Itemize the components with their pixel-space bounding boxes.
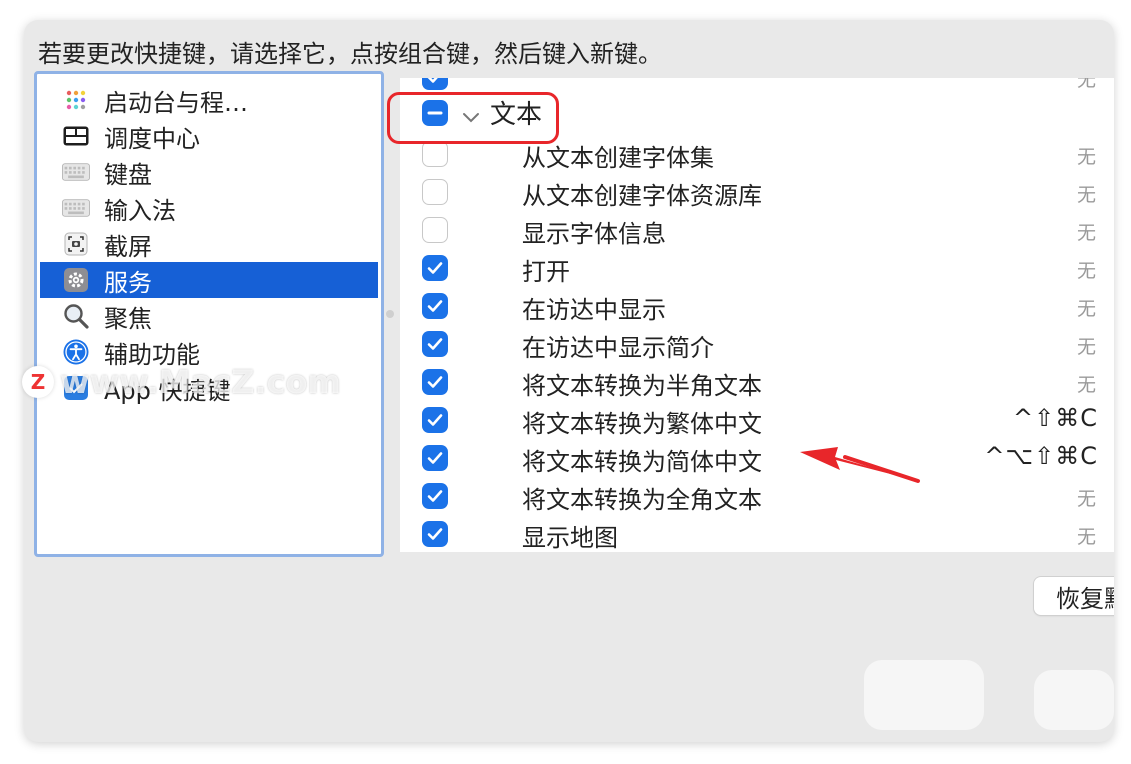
watermark-text: www.MacZ.com <box>60 363 341 401</box>
watermark: Z www.MacZ.com <box>22 362 341 402</box>
watermark-logo-icon: Z <box>22 366 54 398</box>
